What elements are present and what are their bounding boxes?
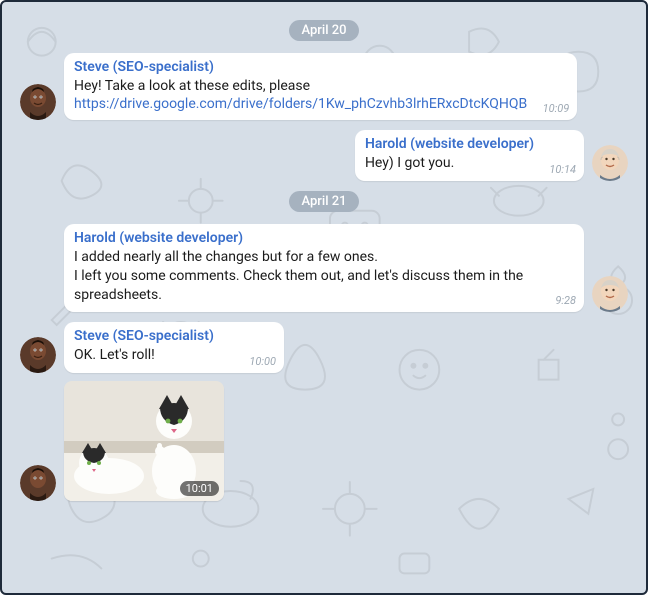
message-text: Hey) I got you.: [365, 154, 534, 173]
message-bubble[interactable]: Steve (SEO-specialist) Hey! Take a look …: [64, 53, 577, 120]
image-attachment[interactable]: 10:01: [64, 381, 224, 501]
message-bubble[interactable]: Steve (SEO-specialist) OK. Let's roll! 1…: [64, 322, 284, 373]
message-time: 10:00: [249, 355, 276, 368]
message-row: 10:01: [20, 381, 628, 501]
avatar-steve[interactable]: [20, 84, 56, 120]
avatar-harold[interactable]: [592, 145, 628, 181]
message-text: Hey! Take a look at these edits, please: [74, 77, 527, 96]
message-row: Harold (website developer) Hey) I got yo…: [20, 130, 628, 181]
message-text: I added nearly all the changes but for a…: [74, 248, 534, 305]
message-row: Steve (SEO-specialist) OK. Let's roll! 1…: [20, 322, 628, 373]
image-time: 10:01: [180, 481, 219, 496]
sender-label: Harold (website developer): [74, 230, 534, 246]
avatar-steve[interactable]: [20, 465, 56, 501]
sender-label: Harold (website developer): [365, 136, 534, 152]
date-separator: April 21: [289, 191, 358, 212]
message-row: Harold (website developer) I added nearl…: [20, 224, 628, 313]
message-text: OK. Let's roll!: [74, 346, 234, 365]
message-bubble[interactable]: Harold (website developer) I added nearl…: [64, 224, 584, 313]
message-time: 10:14: [549, 163, 576, 176]
sender-label: Steve (SEO-specialist): [74, 328, 234, 344]
sender-label: Steve (SEO-specialist): [74, 59, 527, 75]
chat-window: April 20 Steve (SEO-specialist) Hey! Tak…: [0, 0, 648, 595]
message-bubble[interactable]: Harold (website developer) Hey) I got yo…: [355, 130, 584, 181]
chat-scroll-area[interactable]: April 20 Steve (SEO-specialist) Hey! Tak…: [2, 2, 646, 593]
avatar-harold[interactable]: [592, 276, 628, 312]
avatar-steve[interactable]: [20, 337, 56, 373]
date-separator: April 20: [289, 20, 358, 41]
message-link[interactable]: https://drive.google.com/drive/folders/1…: [74, 96, 527, 112]
message-row: Steve (SEO-specialist) Hey! Take a look …: [20, 53, 628, 120]
message-time: 10:09: [543, 102, 570, 115]
message-time: 9:28: [555, 294, 576, 307]
